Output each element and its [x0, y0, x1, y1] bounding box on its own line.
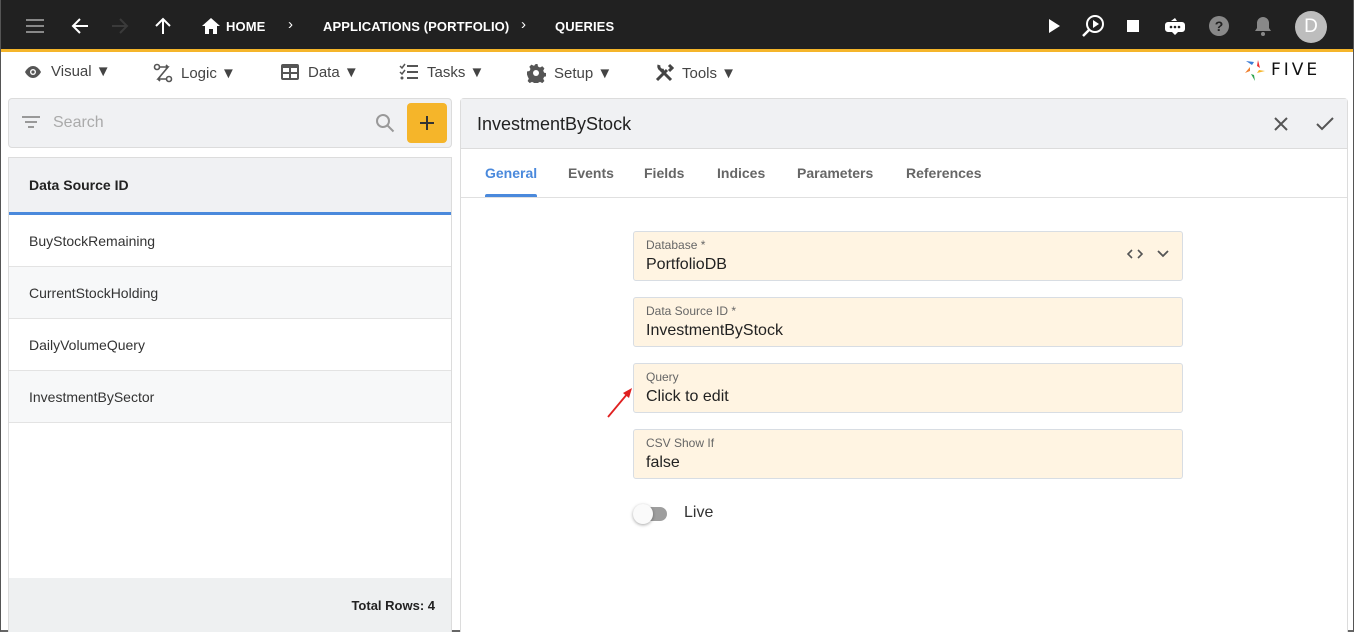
menu-data[interactable]: Data ▼: [280, 63, 359, 81]
tab-bar: General Events Fields Indices Parameters…: [461, 149, 1347, 198]
five-logo-icon: [1245, 60, 1265, 81]
chat-bot-icon[interactable]: [1163, 14, 1187, 38]
menu-setup-label: Setup ▼: [554, 64, 613, 82]
forward-arrow-icon[interactable]: [108, 14, 132, 38]
menu-icon[interactable]: [23, 14, 47, 38]
logic-icon: [153, 63, 173, 83]
live-label: Live: [684, 504, 714, 521]
query-field[interactable]: Query Click to edit: [633, 363, 1183, 413]
menu-logic-label: Logic ▼: [181, 64, 236, 82]
menu-bar: Visual ▼ Logic ▼ Data ▼ Tasks ▼ Setup ▼ …: [1, 55, 1353, 91]
menu-setup[interactable]: Setup ▼: [526, 63, 612, 83]
detail-header: InvestmentByStock: [461, 99, 1347, 149]
database-field[interactable]: Database * PortfolioDB: [633, 231, 1183, 281]
five-logo: FIVE: [1243, 58, 1320, 82]
back-arrow-icon[interactable]: [68, 14, 92, 38]
data-source-id-value: InvestmentByStock: [646, 322, 783, 339]
list-item[interactable]: DailyVolumeQuery: [9, 319, 451, 371]
menu-tools-label: Tools ▼: [682, 64, 737, 82]
chevron-down-icon[interactable]: [1156, 249, 1170, 259]
tools-icon: [655, 63, 674, 82]
code-icon[interactable]: [1126, 248, 1144, 260]
search-input[interactable]: [53, 111, 363, 135]
chevron-right-icon: ›: [521, 16, 526, 33]
data-source-id-field[interactable]: Data Source ID * InvestmentByStock: [633, 297, 1183, 347]
database-label: Database *: [646, 238, 706, 252]
plus-icon: [420, 116, 434, 130]
page-title: InvestmentByStock: [477, 114, 632, 134]
help-icon[interactable]: ?: [1207, 14, 1231, 38]
data-source-list: Data Source ID BuyStockRemaining Current…: [8, 157, 452, 632]
logo-text: FIVE: [1271, 60, 1321, 80]
gear-icon: [527, 64, 546, 83]
tab-references[interactable]: References: [906, 165, 982, 181]
search-play-icon[interactable]: [1081, 14, 1105, 38]
menu-data-label: Data ▼: [308, 63, 359, 81]
save-button[interactable]: [1313, 112, 1337, 136]
tab-fields[interactable]: Fields: [644, 165, 684, 181]
data-source-id-label: Data Source ID *: [646, 304, 737, 318]
menu-visual[interactable]: Visual ▼: [23, 63, 111, 80]
close-button[interactable]: [1269, 112, 1293, 136]
csv-show-if-field[interactable]: CSV Show If false: [633, 429, 1183, 479]
list-rows: BuyStockRemaining CurrentStockHolding Da…: [9, 215, 451, 423]
table-icon: [281, 64, 299, 80]
add-button[interactable]: [407, 103, 447, 143]
list-header-data-source-id[interactable]: Data Source ID: [9, 158, 451, 215]
tasks-icon: [399, 63, 418, 80]
live-toggle[interactable]: [633, 504, 669, 524]
search-icon[interactable]: [375, 113, 395, 138]
menu-tasks-label: Tasks ▼: [427, 63, 485, 81]
annotation-arrow-icon: [607, 388, 632, 418]
menu-visual-label: Visual ▼: [51, 63, 111, 80]
csv-show-if-value: false: [646, 454, 680, 471]
database-value: PortfolioDB: [646, 256, 727, 273]
avatar[interactable]: D: [1295, 11, 1327, 43]
up-arrow-icon[interactable]: [151, 14, 175, 38]
toggle-knob: [633, 504, 653, 524]
play-icon[interactable]: [1042, 14, 1066, 38]
home-icon[interactable]: [199, 14, 223, 38]
breadcrumb-applications[interactable]: APPLICATIONS (PORTFOLIO): [323, 19, 509, 34]
breadcrumb-queries[interactable]: QUERIES: [555, 19, 614, 34]
list-item[interactable]: InvestmentBySector: [9, 371, 451, 423]
csv-show-if-label: CSV Show If: [646, 436, 715, 450]
menu-logic[interactable]: Logic ▼: [153, 63, 236, 83]
stop-icon[interactable]: [1121, 14, 1145, 38]
check-icon: [1316, 117, 1334, 131]
menu-tools[interactable]: Tools ▼: [654, 63, 736, 83]
top-bar: HOME › APPLICATIONS (PORTFOLIO) › QUERIE…: [1, 0, 1353, 52]
list-item[interactable]: CurrentStockHolding: [9, 267, 451, 319]
list-item[interactable]: BuyStockRemaining: [9, 215, 451, 267]
breadcrumb-home[interactable]: HOME: [226, 19, 265, 34]
query-label: Query: [646, 370, 679, 384]
filter-icon[interactable]: [22, 115, 40, 134]
tab-indices[interactable]: Indices: [717, 165, 765, 181]
tab-events[interactable]: Events: [568, 165, 614, 181]
tab-general[interactable]: General: [485, 165, 538, 197]
svg-text:?: ?: [1215, 18, 1224, 34]
eye-icon: [25, 65, 41, 78]
total-rows: Total Rows: 4: [9, 578, 451, 632]
tab-parameters[interactable]: Parameters: [797, 165, 873, 181]
query-value: Click to edit: [646, 388, 729, 405]
bell-icon[interactable]: [1251, 14, 1275, 38]
close-icon: [1274, 117, 1288, 131]
menu-tasks[interactable]: Tasks ▼: [399, 63, 484, 81]
chevron-right-icon: ›: [288, 16, 293, 33]
detail-panel: InvestmentByStock General Events Fields …: [460, 98, 1348, 632]
search-bar: [8, 98, 452, 148]
